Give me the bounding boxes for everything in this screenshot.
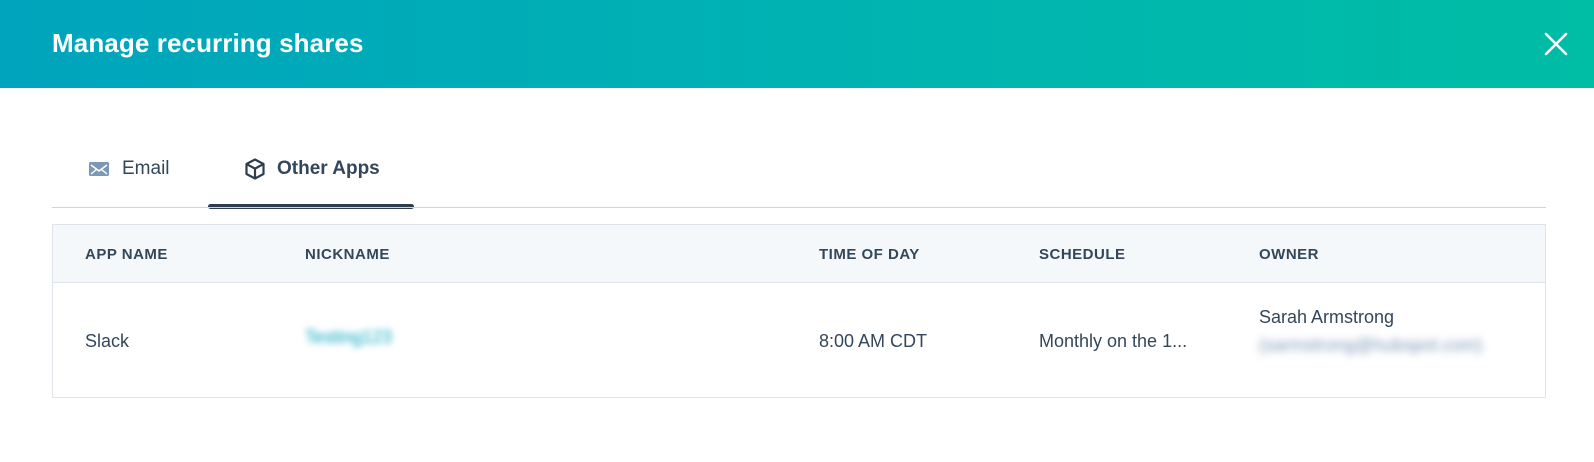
- tab-other-apps-label: Other Apps: [277, 158, 380, 179]
- table-row: Slack Testing123 8:00 AM CDT Monthly on …: [53, 283, 1545, 397]
- cell-schedule: Monthly on the 1...: [1039, 331, 1188, 351]
- column-header-owner[interactable]: OWNER: [1259, 246, 1319, 263]
- close-button[interactable]: [1540, 28, 1572, 60]
- cell-owner-name: Sarah Armstrong: [1259, 307, 1395, 327]
- tab-email-label: Email: [122, 158, 170, 179]
- cell-app-name: Slack: [85, 331, 130, 351]
- close-icon: [1544, 32, 1568, 56]
- tab-email[interactable]: Email: [88, 150, 170, 208]
- tabs-divider: [52, 207, 1546, 208]
- recurring-shares-table: APP NAME NICKNAME TIME OF DAY SCHEDULE O…: [52, 224, 1546, 398]
- column-header-nickname[interactable]: NICKNAME: [305, 246, 390, 263]
- column-header-schedule[interactable]: SCHEDULE: [1039, 246, 1126, 263]
- modal-title: Manage recurring shares: [52, 28, 364, 58]
- cell-owner-email: (sarmstrong@hubspot.com): [1259, 335, 1483, 355]
- table-header: APP NAME NICKNAME TIME OF DAY SCHEDULE O…: [53, 225, 1545, 283]
- tab-other-apps[interactable]: Other Apps: [245, 150, 380, 208]
- column-header-app-name[interactable]: APP NAME: [85, 246, 168, 263]
- cell-time-of-day: 8:00 AM CDT: [819, 331, 928, 351]
- envelope-icon: [89, 162, 109, 176]
- cube-icon: [245, 158, 265, 180]
- tab-bar: Email Other Apps: [52, 150, 1546, 210]
- modal-header: Manage recurring shares: [0, 0, 1594, 88]
- nickname-link[interactable]: Testing123: [305, 327, 392, 348]
- column-header-time-of-day[interactable]: TIME OF DAY: [819, 246, 920, 263]
